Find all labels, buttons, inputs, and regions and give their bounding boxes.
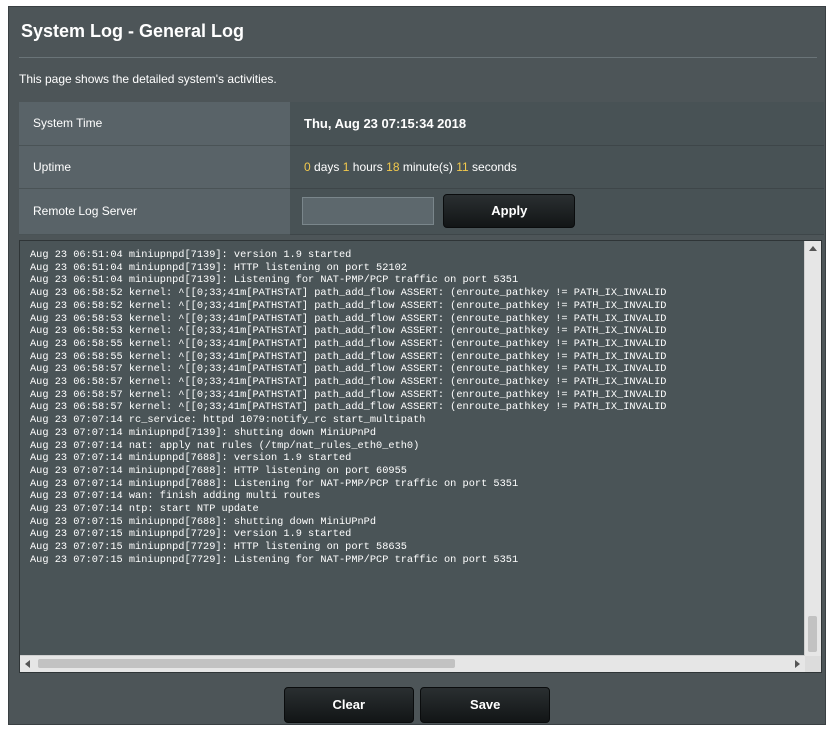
uptime-seconds: 11 [456, 159, 469, 174]
vertical-scroll-thumb[interactable] [808, 616, 817, 652]
uptime-hours-unit: hours [352, 159, 383, 174]
log-line: Aug 23 06:58:53 kernel: ^[[0;33;41m[PATH… [30, 325, 667, 338]
log-line: Aug 23 07:07:14 rc_service: httpd 1079:n… [30, 414, 426, 427]
horizontal-scrollbar[interactable] [20, 655, 805, 672]
save-button[interactable]: Save [420, 687, 551, 723]
log-line: Aug 23 07:07:14 miniupnpd[7688]: HTTP li… [30, 464, 407, 477]
general-log-textarea[interactable]: Aug 23 06:51:04 miniupnpd[7139]: version… [19, 240, 822, 673]
uptime-value: 0 days 1 hours 18 minute(s) 11 seconds [290, 145, 824, 189]
uptime-label: Uptime [19, 145, 290, 189]
log-line: Aug 23 06:58:52 kernel: ^[[0;33;41m[PATH… [30, 299, 667, 312]
log-line: Aug 23 07:07:14 nat: apply nat rules (/t… [30, 439, 420, 452]
uptime-seconds-unit: seconds [472, 159, 517, 174]
system-time-value: Thu, Aug 23 07:15:34 2018 [290, 102, 824, 146]
remote-log-label: Remote Log Server [19, 188, 290, 235]
scrollbar-corner [805, 656, 821, 672]
remote-log-server-input[interactable] [302, 197, 434, 225]
log-line: Aug 23 06:58:55 kernel: ^[[0;33;41m[PATH… [30, 350, 667, 363]
log-line: Aug 23 06:58:57 kernel: ^[[0;33;41m[PATH… [30, 376, 667, 389]
uptime-days: 0 [304, 159, 311, 174]
log-line: Aug 23 07:07:15 miniupnpd[7729]: HTTP li… [30, 541, 407, 554]
log-line: Aug 23 07:07:14 wan: finish adding multi… [30, 490, 321, 503]
log-actions: Clear Save [9, 687, 825, 723]
uptime-days-unit: days [314, 159, 340, 174]
system-time-label: System Time [19, 102, 290, 146]
apply-button[interactable]: Apply [443, 194, 576, 228]
scroll-up-arrow-icon[interactable] [809, 246, 817, 251]
log-line: Aug 23 06:58:53 kernel: ^[[0;33;41m[PATH… [30, 312, 667, 325]
log-line: Aug 23 07:07:14 ntp: start NTP update [30, 503, 259, 516]
system-info-table: System Time Thu, Aug 23 07:15:34 2018 Up… [19, 102, 824, 235]
log-line: Aug 23 06:51:04 miniupnpd[7139]: version… [30, 249, 352, 261]
clear-button[interactable]: Clear [283, 687, 414, 723]
system-time-row: System Time Thu, Aug 23 07:15:34 2018 [19, 102, 824, 146]
remote-log-row: Remote Log Server Apply [19, 188, 824, 235]
log-line: Aug 23 06:58:52 kernel: ^[[0;33;41m[PATH… [30, 287, 667, 300]
horizontal-scroll-thumb[interactable] [38, 659, 455, 668]
log-line: Aug 23 06:58:57 kernel: ^[[0;33;41m[PATH… [30, 363, 667, 376]
uptime-minutes-unit: minute(s) [402, 159, 453, 174]
page-description: This page shows the detailed system's ac… [19, 72, 277, 86]
remote-log-cell: Apply [290, 188, 824, 235]
log-line: Aug 23 06:51:04 miniupnpd[7139]: Listeni… [30, 274, 519, 287]
log-line: Aug 23 07:07:15 miniupnpd[7729]: Listeni… [30, 553, 519, 566]
log-line: Aug 23 06:58:57 kernel: ^[[0;33;41m[PATH… [30, 388, 667, 401]
title-divider [19, 57, 817, 58]
uptime-hours: 1 [342, 159, 350, 174]
log-line: Aug 23 06:58:55 kernel: ^[[0;33;41m[PATH… [30, 337, 667, 350]
system-log-panel: System Log - General Log This page shows… [8, 6, 826, 725]
log-line: Aug 23 06:51:04 miniupnpd[7139]: HTTP li… [30, 261, 407, 274]
log-line: Aug 23 07:07:15 miniupnpd[7729]: version… [30, 528, 352, 541]
vertical-scrollbar[interactable] [804, 241, 821, 656]
log-line: Aug 23 06:58:57 kernel: ^[[0;33;41m[PATH… [30, 401, 667, 414]
uptime-row: Uptime 0 days 1 hours 18 minute(s) 11 se… [19, 145, 824, 189]
scroll-left-arrow-icon[interactable] [25, 660, 30, 668]
page-title: System Log - General Log [21, 21, 245, 41]
log-line: Aug 23 07:07:15 miniupnpd[7688]: shuttin… [30, 515, 377, 528]
log-line: Aug 23 07:07:14 miniupnpd[7688]: Listeni… [30, 477, 519, 490]
log-content: Aug 23 06:51:04 miniupnpd[7139]: version… [30, 249, 799, 652]
log-line: Aug 23 07:07:14 miniupnpd[7688]: version… [30, 452, 352, 465]
uptime-minutes: 18 [386, 159, 400, 174]
scroll-right-arrow-icon[interactable] [795, 660, 800, 668]
log-line: Aug 23 07:07:14 miniupnpd[7139]: shuttin… [30, 426, 377, 439]
